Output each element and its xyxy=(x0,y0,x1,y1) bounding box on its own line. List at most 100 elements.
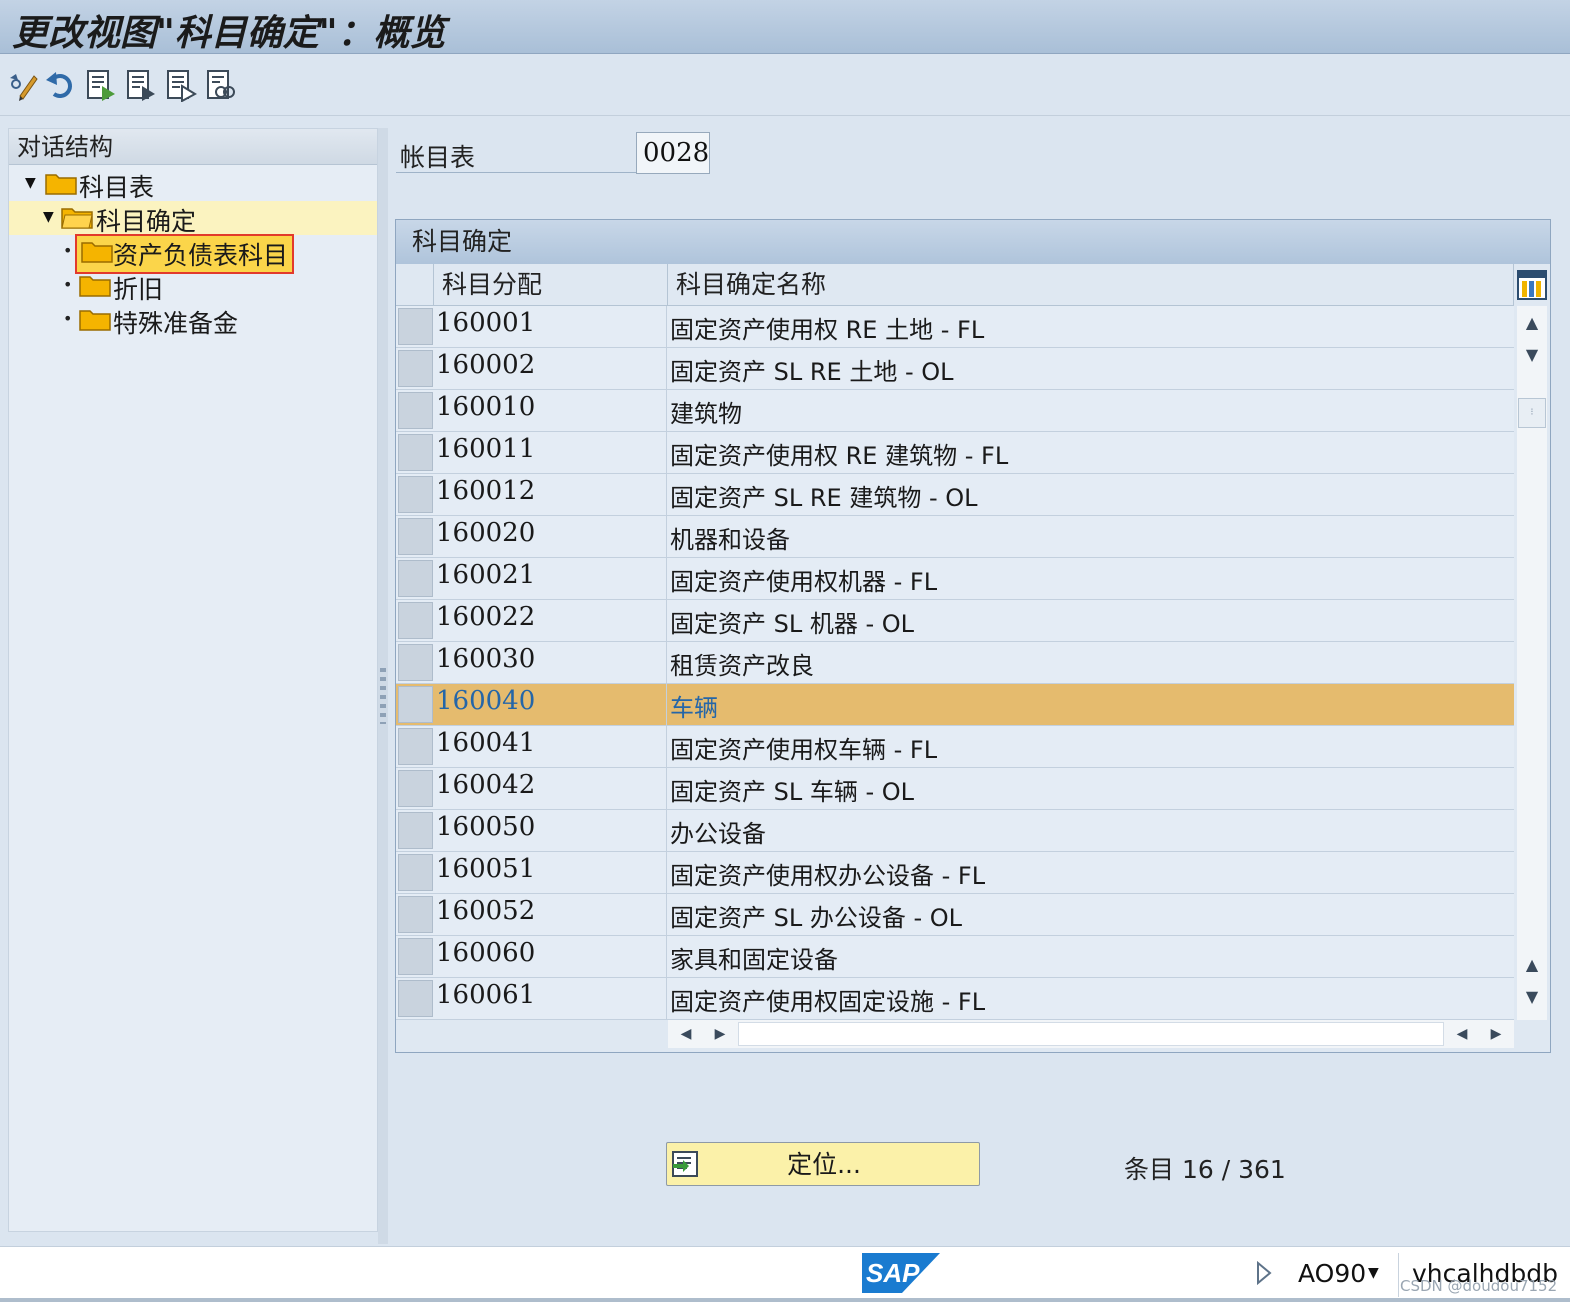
row-selector[interactable] xyxy=(398,350,433,387)
scroll-page-up-icon[interactable]: ▲ xyxy=(1517,950,1547,980)
tree-node-depreciation[interactable]: • 折旧 xyxy=(9,269,377,306)
scroll-page-left-icon[interactable]: ◀ xyxy=(1448,1020,1476,1048)
pane-splitter[interactable] xyxy=(378,128,388,1244)
tree-node-account-determination[interactable]: ▼ 科目确定 xyxy=(9,201,377,238)
table-row[interactable]: 160030 租赁资产改良 xyxy=(396,642,1514,684)
position-button[interactable]: 定位... xyxy=(666,1142,980,1186)
table-row[interactable]: 160020 机器和设备 xyxy=(396,516,1514,558)
splitter-grip[interactable] xyxy=(380,668,386,724)
row-selector[interactable] xyxy=(398,980,433,1017)
row-selector[interactable] xyxy=(398,560,433,597)
column-header-determination-name[interactable]: 科目确定名称 xyxy=(668,264,1514,306)
column-separator xyxy=(666,600,667,642)
column-header-account-assignment[interactable]: 科目分配 xyxy=(434,264,668,306)
scroll-up-icon[interactable]: ▲ xyxy=(1517,308,1547,338)
tree-node-chart-of-accounts[interactable]: ▼ 科目表 xyxy=(9,167,377,204)
scroll-left-icon[interactable]: ◀ xyxy=(672,1020,700,1048)
horizontal-scrollbar[interactable]: ◀ ▶ ◀ ▶ xyxy=(668,1020,1514,1048)
row-selector[interactable] xyxy=(398,686,433,723)
determination-name-cell: 办公设备 xyxy=(670,820,766,848)
column-separator xyxy=(666,642,667,684)
row-selector[interactable] xyxy=(398,728,433,765)
determination-name-cell: 建筑物 xyxy=(670,400,742,428)
table-row[interactable]: 160042 固定资产 SL 车辆 - OL xyxy=(396,768,1514,810)
column-separator xyxy=(666,852,667,894)
tree-node-label[interactable]: 特殊准备金 xyxy=(113,304,238,340)
expand-arrow-icon[interactable]: ▼ xyxy=(25,175,36,191)
tree-node-label[interactable]: 科目确定 xyxy=(96,202,196,238)
account-assignment-cell: 160051 xyxy=(436,854,536,884)
select-all-icon[interactable] xyxy=(204,68,238,102)
chart-of-accounts-label: 帐目表 xyxy=(400,143,476,172)
row-selector[interactable] xyxy=(398,770,433,807)
row-selector[interactable] xyxy=(398,854,433,891)
account-assignment-cell: 160010 xyxy=(436,392,536,422)
column-separator xyxy=(666,390,667,432)
table-row[interactable]: 160050 办公设备 xyxy=(396,810,1514,852)
tree-node-special-reserves[interactable]: • 特殊准备金 xyxy=(9,303,377,340)
scrollbar-track[interactable] xyxy=(738,1022,1444,1046)
account-assignment-cell: 160020 xyxy=(436,518,536,548)
application-toolbar xyxy=(0,54,1570,116)
expand-arrow-icon[interactable]: ▼ xyxy=(43,209,54,225)
determination-name-cell: 机器和设备 xyxy=(670,526,790,554)
row-selector[interactable] xyxy=(398,434,433,471)
table-row[interactable]: 160041 固定资产使用权车辆 - FL xyxy=(396,726,1514,768)
window-title: 更改视图"科目确定"：概览 xyxy=(12,12,446,54)
table-row[interactable]: 160060 家具和固定设备 xyxy=(396,936,1514,978)
table-row[interactable]: 160001 固定资产使用权 RE 土地 - FL xyxy=(396,306,1514,348)
scroll-right-icon[interactable]: ▶ xyxy=(706,1020,734,1048)
table-row[interactable]: 160010 建筑物 xyxy=(396,390,1514,432)
undo-icon[interactable] xyxy=(44,68,78,102)
new-entries-icon[interactable] xyxy=(84,68,118,102)
status-expand-icon[interactable] xyxy=(1256,1261,1272,1285)
entries-label: 条目 xyxy=(1124,1155,1175,1184)
account-assignment-cell: 160040 xyxy=(436,686,536,716)
account-assignment-cell: 160060 xyxy=(436,938,536,968)
select-all-rows-button[interactable] xyxy=(396,264,434,306)
table-row[interactable]: 160061 固定资产使用权固定设施 - FL xyxy=(396,978,1514,1020)
table-row[interactable]: 160021 固定资产使用权机器 - FL xyxy=(396,558,1514,600)
table-row[interactable]: 160022 固定资产 SL 机器 - OL xyxy=(396,600,1514,642)
tree-node-label[interactable]: 科目表 xyxy=(79,168,154,204)
delete-icon[interactable] xyxy=(164,68,198,102)
row-selector[interactable] xyxy=(398,392,433,429)
display-change-icon[interactable] xyxy=(6,68,40,102)
position-button-label: 定位... xyxy=(787,1150,861,1179)
account-assignment-cell: 160022 xyxy=(436,602,536,632)
table-row[interactable]: 160040 车辆 xyxy=(396,684,1514,726)
row-selector[interactable] xyxy=(398,518,433,555)
tree-node-label[interactable]: 折旧 xyxy=(113,270,163,306)
account-assignment-cell: 160050 xyxy=(436,812,536,842)
folder-icon xyxy=(45,174,77,195)
copy-as-icon[interactable] xyxy=(124,68,158,102)
row-selector[interactable] xyxy=(398,644,433,681)
svg-text:SAP: SAP xyxy=(866,1258,920,1288)
table-row[interactable]: 160052 固定资产 SL 办公设备 - OL xyxy=(396,894,1514,936)
dropdown-icon[interactable]: ▼ xyxy=(1368,1265,1379,1281)
row-selector[interactable] xyxy=(398,308,433,345)
column-separator xyxy=(666,894,667,936)
table-row[interactable]: 160011 固定资产使用权 RE 建筑物 - FL xyxy=(396,432,1514,474)
table-settings-icon[interactable] xyxy=(1517,270,1547,300)
row-selector[interactable] xyxy=(398,896,433,933)
column-separator xyxy=(666,978,667,1020)
row-selector[interactable] xyxy=(398,812,433,849)
scroll-page-down-icon[interactable]: ▼ xyxy=(1517,982,1547,1012)
scroll-page-right-icon[interactable]: ▶ xyxy=(1482,1020,1510,1048)
status-bar-bottom-border xyxy=(0,1298,1570,1302)
row-selector[interactable] xyxy=(398,476,433,513)
row-selector[interactable] xyxy=(398,938,433,975)
table-row[interactable]: 160002 固定资产 SL RE 土地 - OL xyxy=(396,348,1514,390)
vertical-scrollbar[interactable]: ▲ ▼ ⁝ ▲ ▼ xyxy=(1517,306,1547,1020)
transaction-code[interactable]: AO90 xyxy=(1298,1259,1366,1288)
table-row[interactable]: 160012 固定资产 SL RE 建筑物 - OL xyxy=(396,474,1514,516)
tree-node-balance-sheet-accounts[interactable]: • 资产负债表科目 xyxy=(9,234,377,274)
table-row[interactable]: 160051 固定资产使用权办公设备 - FL xyxy=(396,852,1514,894)
determination-name-cell: 固定资产 SL RE 土地 - OL xyxy=(670,358,954,386)
row-selector[interactable] xyxy=(398,602,433,639)
scroll-down-icon[interactable]: ▼ xyxy=(1517,340,1547,370)
table-caption: 科目确定 xyxy=(396,220,1550,264)
column-separator xyxy=(666,768,667,810)
scrollbar-thumb[interactable]: ⁝ xyxy=(1518,398,1546,428)
